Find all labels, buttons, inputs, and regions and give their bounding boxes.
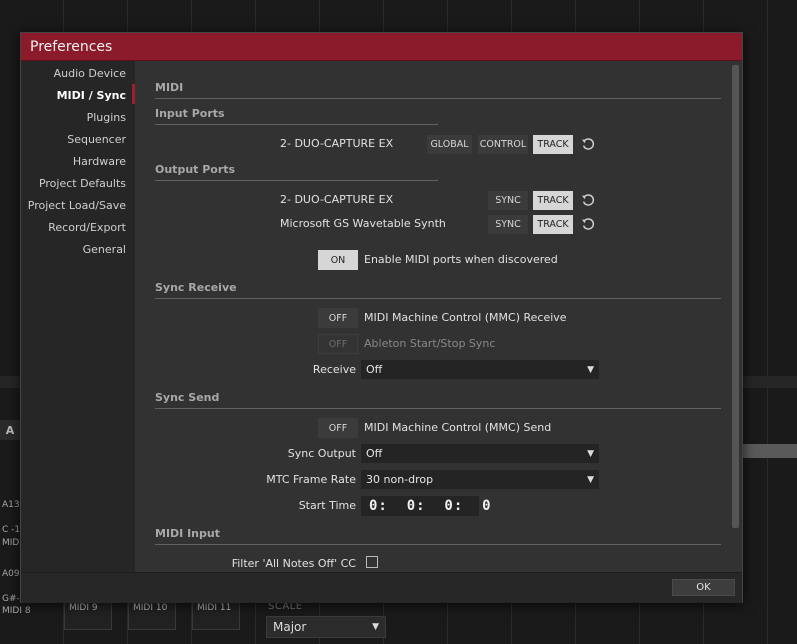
enable-ports-label: Enable MIDI ports when discovered xyxy=(364,253,558,266)
chevron-down-icon: ▼ xyxy=(587,364,594,375)
background-pad-label: MIDI 8 xyxy=(2,606,31,616)
section-divider xyxy=(155,408,721,409)
output-port-track-button[interactable]: TRACK xyxy=(533,191,573,210)
background-midi-tile[interactable]: MIDI 11 xyxy=(192,600,240,630)
content-scrollbar[interactable] xyxy=(732,65,739,528)
dialog-footer xyxy=(21,572,742,603)
receive-label: Receive xyxy=(312,363,356,376)
dialog-titlebar[interactable]: Preferences xyxy=(21,33,742,61)
sidebar-item-project-load-save[interactable]: Project Load/Save xyxy=(28,199,126,212)
sidebar-item-general[interactable]: General xyxy=(83,243,126,256)
enable-ports-toggle[interactable]: ON xyxy=(318,250,358,270)
sidebar-item-midi-sync[interactable]: MIDI / Sync xyxy=(57,89,126,102)
reset-icon[interactable] xyxy=(581,217,595,231)
reset-icon[interactable] xyxy=(581,137,595,151)
mtc-frame-rate-label: MTC Frame Rate xyxy=(266,473,356,486)
mmc-send-toggle[interactable]: OFF xyxy=(318,418,358,438)
input-port-track-button[interactable]: TRACK xyxy=(533,135,573,154)
filter-all-notes-off-checkbox[interactable] xyxy=(366,556,378,568)
tile-label: MIDI 11 xyxy=(197,603,232,613)
receive-select[interactable]: Off ▼ xyxy=(361,360,599,379)
output-port-sync-button[interactable]: SYNC xyxy=(488,215,528,234)
section-title-output-ports: Output Ports xyxy=(155,163,236,176)
sync-output-select[interactable]: Off ▼ xyxy=(361,444,599,463)
background-pad-label: MIDI xyxy=(2,538,23,548)
section-title-midi: MIDI xyxy=(155,81,184,94)
mtc-frame-rate-select[interactable]: 30 non-drop ▼ xyxy=(361,470,599,489)
sidebar-item-project-defaults[interactable]: Project Defaults xyxy=(39,177,126,190)
tile-label: MIDI 9 xyxy=(69,603,98,613)
chevron-down-icon: ▼ xyxy=(587,448,594,459)
section-divider xyxy=(155,180,438,181)
background-pad-label: C -1 xyxy=(2,525,21,535)
reset-icon[interactable] xyxy=(581,193,595,207)
input-port-control-button[interactable]: CONTROL xyxy=(478,135,528,154)
background-midi-tile[interactable]: MIDI 10 xyxy=(128,600,176,630)
input-port-global-button[interactable]: GLOBAL xyxy=(427,135,472,154)
background-midi-tile[interactable]: MIDI 9 xyxy=(64,600,112,630)
section-divider xyxy=(155,124,438,125)
preferences-content: MIDI Input Ports 2- DUO-CAPTURE EX GLOBA… xyxy=(135,61,742,572)
preferences-sidebar: Audio Device MIDI / Sync Plugins Sequenc… xyxy=(21,61,135,572)
dialog-title: Preferences xyxy=(30,38,113,55)
mmc-receive-toggle[interactable]: OFF xyxy=(318,308,358,328)
ableton-sync-toggle[interactable]: OFF xyxy=(318,334,358,354)
section-title-input-ports: Input Ports xyxy=(155,107,225,120)
sidebar-item-hardware[interactable]: Hardware xyxy=(73,155,126,168)
sidebar-item-plugins[interactable]: Plugins xyxy=(87,111,126,124)
scale-select[interactable]: Major ▼ xyxy=(266,616,386,638)
start-time-label: Start Time xyxy=(298,499,356,512)
sidebar-item-sequencer[interactable]: Sequencer xyxy=(67,133,126,146)
mmc-send-label: MIDI Machine Control (MMC) Send xyxy=(364,421,552,434)
background-pad-label: A13 xyxy=(2,500,20,510)
sidebar-item-record-export[interactable]: Record/Export xyxy=(48,221,126,234)
background-pad-label: A09 xyxy=(2,569,20,579)
output-port-name: Microsoft GS Wavetable Synth xyxy=(280,217,446,230)
section-divider xyxy=(155,544,721,545)
sync-output-label: Sync Output xyxy=(287,447,356,460)
section-title-sync-send: Sync Send xyxy=(155,391,220,404)
filter-all-notes-off-label: Filter 'All Notes Off' CC xyxy=(231,557,356,570)
background-tab-a[interactable]: A xyxy=(0,420,20,440)
scale-value: Major xyxy=(273,620,307,634)
input-port-name: 2- DUO-CAPTURE EX xyxy=(280,137,394,150)
preferences-dialog: Preferences Audio Device MIDI / Sync Plu… xyxy=(20,32,743,603)
ok-button[interactable]: OK xyxy=(672,579,735,596)
sidebar-item-audio-device[interactable]: Audio Device xyxy=(54,67,126,80)
sync-output-value: Off xyxy=(366,447,383,460)
tile-label: MIDI 10 xyxy=(133,603,168,613)
chevron-down-icon: ▼ xyxy=(587,474,594,485)
section-divider xyxy=(155,98,721,99)
section-divider xyxy=(155,298,721,299)
start-time-input[interactable]: 0: 0: 0: 0 xyxy=(361,496,491,516)
background-bar xyxy=(741,444,797,458)
section-title-midi-input: MIDI Input xyxy=(155,527,220,540)
receive-value: Off xyxy=(366,363,383,376)
output-port-name: 2- DUO-CAPTURE EX xyxy=(280,193,394,206)
ableton-sync-label: Ableton Start/Stop Sync xyxy=(364,337,496,350)
section-title-sync-receive: Sync Receive xyxy=(155,281,237,294)
mtc-frame-rate-value: 30 non-drop xyxy=(366,473,434,486)
output-port-track-button[interactable]: TRACK xyxy=(533,215,573,234)
output-port-sync-button[interactable]: SYNC xyxy=(488,191,528,210)
chevron-down-icon: ▼ xyxy=(372,622,379,632)
mmc-receive-label: MIDI Machine Control (MMC) Receive xyxy=(364,311,567,324)
